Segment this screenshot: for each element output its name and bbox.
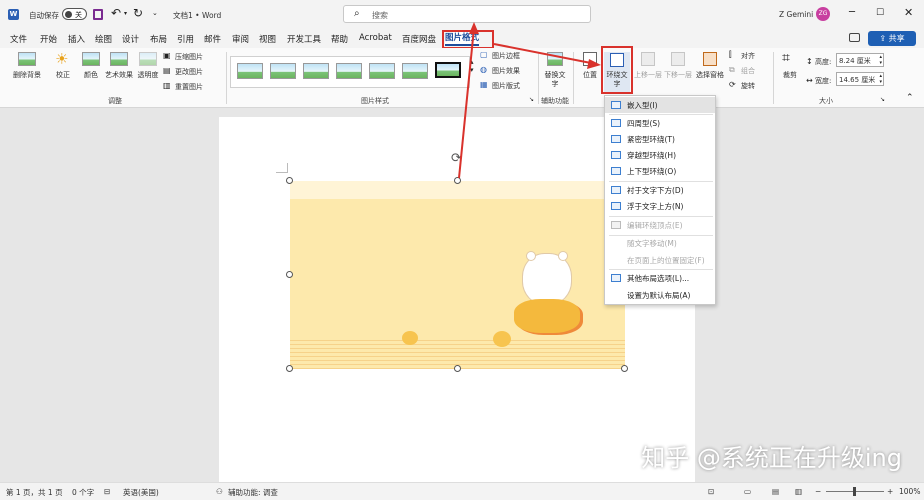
menu-item-in-front[interactable]: 浮于文字上方(N) xyxy=(605,198,715,214)
read-mode-icon[interactable]: ▭ xyxy=(744,487,751,496)
proofing-icon[interactable]: ⊟ xyxy=(104,487,110,496)
arrow-head-wrap xyxy=(587,59,601,69)
status-bar: 第 1 页，共 1 页 0 个字 ⊟ 英语(美国) ⚇ 辅助功能: 调查 ⊡ ▭… xyxy=(0,482,924,500)
square-wrap-icon xyxy=(611,119,621,127)
menu-item-label: 其他布局选项(L)... xyxy=(627,274,690,283)
menu-item-behind-text[interactable]: 衬于文字下方(D) xyxy=(605,182,715,198)
language[interactable]: 英语(美国) xyxy=(123,487,159,498)
menu-item-label: 在页面上的位置固定(F) xyxy=(627,256,705,265)
zoom-slider-thumb[interactable] xyxy=(853,487,856,496)
watermark: 知乎 @系统正在升级ing xyxy=(641,444,902,472)
menu-item-label: 随文字移动(M) xyxy=(627,239,677,248)
menu-item-more-layout[interactable]: 其他布局选项(L)... xyxy=(605,270,715,286)
zoom-level[interactable]: 100% xyxy=(899,487,920,496)
zoom-slider[interactable] xyxy=(826,487,884,496)
edit-points-icon xyxy=(611,221,621,229)
menu-item-fix-position: 在页面上的位置固定(F) xyxy=(605,252,715,268)
page-count[interactable]: 第 1 页，共 1 页 xyxy=(6,487,63,498)
accessibility-status[interactable]: 辅助功能: 调查 xyxy=(228,487,278,498)
arrow-to-wrap xyxy=(493,43,597,65)
inline-icon xyxy=(611,101,621,109)
zoom-out-icon[interactable]: − xyxy=(815,487,821,496)
menu-item-label: 衬于文字下方(D) xyxy=(627,186,684,195)
menu-item-label: 浮于文字上方(N) xyxy=(627,202,684,211)
menu-item-set-default[interactable]: 设置为默认布局(A) xyxy=(605,287,715,303)
focus-mode-icon[interactable]: ⊡ xyxy=(708,487,714,496)
menu-item-label: 上下型环绕(O) xyxy=(627,167,677,176)
menu-item-label: 穿越型环绕(H) xyxy=(627,151,676,160)
wrap-text-menu: 嵌入型(I) 四周型(S) 紧密型环绕(T) 穿越型环绕(H) 上下型环绕(O)… xyxy=(604,95,716,305)
tight-wrap-icon xyxy=(611,135,621,143)
menu-item-tight[interactable]: 紧密型环绕(T) xyxy=(605,131,715,147)
more-layout-icon xyxy=(611,274,621,282)
menu-item-top-bottom[interactable]: 上下型环绕(O) xyxy=(605,163,715,179)
annotation-arrows xyxy=(458,22,601,179)
arrow-head-tab xyxy=(469,22,479,34)
behind-text-icon xyxy=(611,186,621,194)
print-layout-icon[interactable]: ▤ xyxy=(772,487,779,496)
menu-item-label: 紧密型环绕(T) xyxy=(627,135,675,144)
menu-item-square[interactable]: 四周型(S) xyxy=(605,115,715,131)
menu-item-label: 设置为默认布局(A) xyxy=(627,291,691,300)
in-front-icon xyxy=(611,202,621,210)
menu-item-label: 编辑环绕顶点(E) xyxy=(627,221,683,230)
word-count[interactable]: 0 个字 xyxy=(72,487,94,498)
zoom-in-icon[interactable]: + xyxy=(887,487,893,496)
menu-item-label: 四周型(S) xyxy=(627,119,661,128)
menu-item-label: 嵌入型(I) xyxy=(627,101,658,110)
menu-item-edit-points: 编辑环绕顶点(E) xyxy=(605,217,715,233)
top-bottom-wrap-icon xyxy=(611,167,621,175)
menu-item-through[interactable]: 穿越型环绕(H) xyxy=(605,147,715,163)
menu-item-move-with-text: 随文字移动(M) xyxy=(605,235,715,251)
menu-item-inline[interactable]: 嵌入型(I) xyxy=(605,97,715,113)
through-wrap-icon xyxy=(611,151,621,159)
accessibility-icon[interactable]: ⚇ xyxy=(216,487,223,496)
arrow-to-tab xyxy=(458,27,475,179)
web-layout-icon[interactable]: ▥ xyxy=(795,487,802,496)
